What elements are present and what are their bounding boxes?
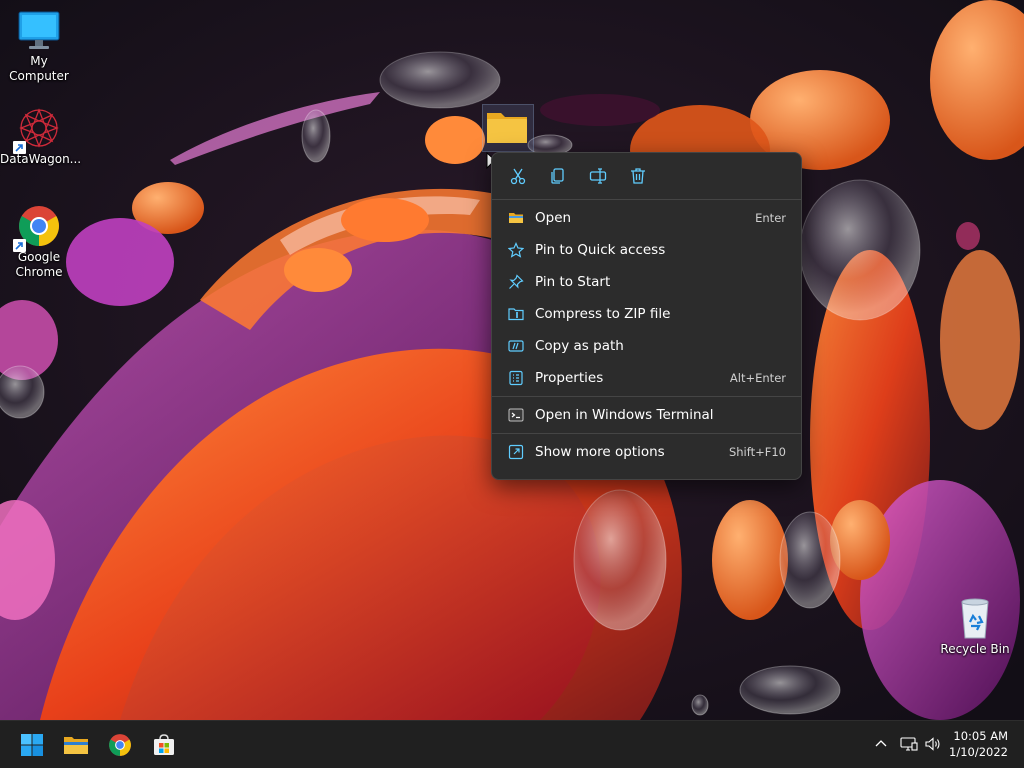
start-icon bbox=[21, 734, 43, 756]
desktop-icon-label: My Computer bbox=[9, 54, 69, 83]
menu-item-label: Open in Windows Terminal bbox=[535, 407, 714, 423]
desktop-icon-my-computer[interactable]: My Computer bbox=[0, 8, 78, 84]
show-hidden-icons-button[interactable] bbox=[870, 731, 892, 757]
clock[interactable]: 10:05 AM 1/10/2022 bbox=[949, 728, 1008, 760]
desktop-icon-label: Recycle Bin bbox=[940, 642, 1010, 656]
taskbar: 10:05 AM 1/10/2022 bbox=[0, 720, 1024, 768]
menu-item-copy-as-path[interactable]: Copy as path bbox=[497, 330, 796, 362]
shortcut-arrow-icon bbox=[13, 141, 26, 154]
computer-icon bbox=[17, 8, 61, 52]
delete-button[interactable] bbox=[622, 160, 654, 192]
file-explorer-icon bbox=[64, 737, 88, 754]
chevron-up-icon bbox=[875, 740, 887, 747]
menu-item-label: Open bbox=[535, 210, 572, 226]
cut-button[interactable] bbox=[502, 160, 534, 192]
chrome-taskbar-button[interactable] bbox=[102, 727, 138, 763]
start-button[interactable] bbox=[14, 727, 50, 763]
file-explorer-button[interactable] bbox=[58, 727, 94, 763]
star-icon bbox=[507, 241, 525, 259]
menu-item-label: Properties bbox=[535, 370, 604, 386]
network-icon bbox=[900, 737, 918, 751]
menu-item-pin-to-quick-access[interactable]: Pin to Quick access bbox=[497, 234, 796, 266]
clock-date: 1/10/2022 bbox=[949, 745, 1008, 759]
menu-item-label: Pin to Start bbox=[535, 274, 611, 290]
datawagon-icon bbox=[13, 106, 61, 154]
rename-button[interactable] bbox=[582, 160, 614, 192]
menu-item-label: Compress to ZIP file bbox=[535, 306, 671, 322]
chrome-icon bbox=[13, 204, 61, 252]
desktop-icon-google-chrome[interactable]: Google Chrome bbox=[0, 204, 78, 280]
recycle-bin-icon bbox=[953, 596, 997, 640]
menu-item-compress-to-zip[interactable]: Compress to ZIP file bbox=[497, 298, 796, 330]
menu-item-open-in-windows-terminal[interactable]: Open in Windows Terminal bbox=[497, 399, 796, 431]
terminal-icon bbox=[507, 406, 525, 424]
copy-button[interactable] bbox=[542, 160, 574, 192]
menu-item-open[interactable]: Open Enter bbox=[497, 202, 796, 234]
folder-icon bbox=[507, 209, 525, 227]
chrome-icon bbox=[109, 734, 131, 756]
selected-folder[interactable] bbox=[482, 104, 534, 152]
pin-icon bbox=[507, 273, 525, 291]
copy-icon bbox=[551, 168, 564, 184]
store-icon bbox=[154, 734, 174, 755]
more-options-icon bbox=[507, 443, 525, 461]
quick-actions-bar bbox=[492, 153, 801, 199]
menu-item-properties[interactable]: Properties Alt+Enter bbox=[497, 362, 796, 394]
context-menu: Open Enter Pin to Quick access Pin to St… bbox=[491, 152, 802, 480]
menu-item-label: Pin to Quick access bbox=[535, 242, 666, 258]
volume-icon bbox=[925, 737, 940, 751]
desktop-icon-recycle-bin[interactable]: Recycle Bin bbox=[936, 596, 1014, 657]
menu-item-show-more-options[interactable]: Show more options Shift+F10 bbox=[497, 436, 796, 468]
desktop-icon-datawagon[interactable]: DataWagon... bbox=[0, 106, 82, 167]
cut-icon bbox=[510, 168, 526, 185]
folder-icon bbox=[487, 113, 527, 143]
shortcut-arrow-icon bbox=[13, 239, 26, 252]
rename-icon bbox=[589, 168, 607, 184]
delete-icon bbox=[631, 168, 645, 184]
menu-item-shortcut: Shift+F10 bbox=[728, 445, 786, 459]
desktop-icon-label: DataWagon... bbox=[0, 152, 82, 166]
network-button[interactable] bbox=[898, 731, 920, 757]
menu-item-label: Copy as path bbox=[535, 338, 624, 354]
zip-icon bbox=[507, 305, 525, 323]
desktop-icon-label: Google Chrome bbox=[15, 250, 63, 279]
menu-item-shortcut: Alt+Enter bbox=[729, 371, 786, 385]
menu-item-pin-to-start[interactable]: Pin to Start bbox=[497, 266, 796, 298]
volume-button[interactable] bbox=[922, 731, 944, 757]
microsoft-store-button[interactable] bbox=[146, 727, 182, 763]
properties-icon bbox=[507, 369, 525, 387]
menu-item-shortcut: Enter bbox=[755, 211, 786, 225]
clock-time: 10:05 AM bbox=[953, 729, 1008, 743]
copy-path-icon bbox=[507, 337, 525, 355]
menu-item-label: Show more options bbox=[535, 444, 665, 460]
